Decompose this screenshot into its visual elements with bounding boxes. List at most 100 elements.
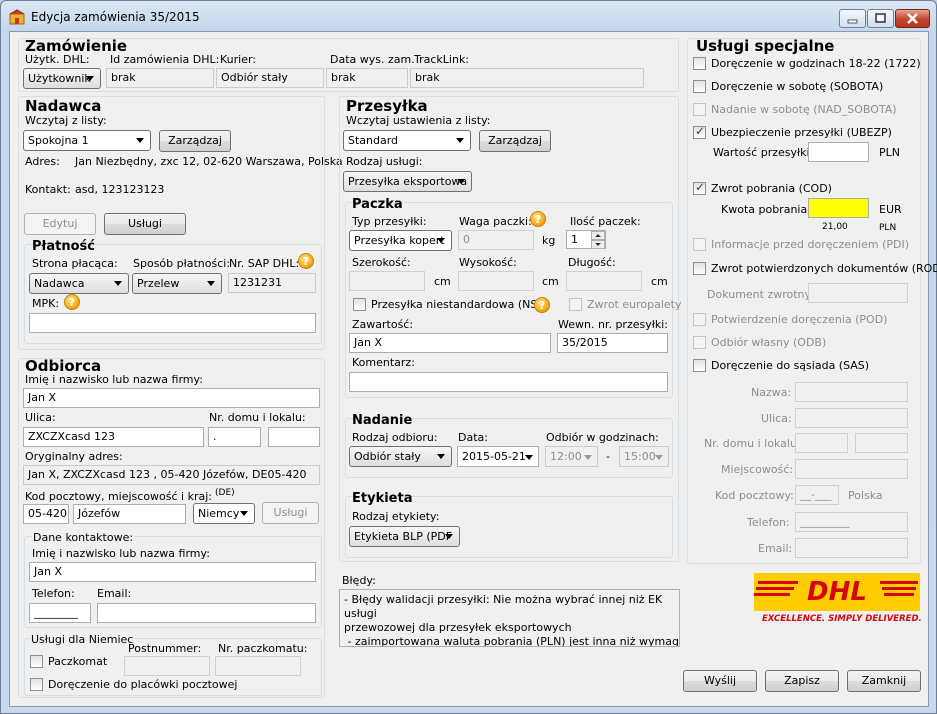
application-window: Edycja zamówienia 35/2015 Zamówienie Uży… bbox=[0, 0, 937, 714]
kurier-field: Odbiór stały bbox=[216, 68, 324, 88]
paczkomat-label: Paczkomat bbox=[48, 655, 108, 668]
odbiorca-imie-input[interactable]: Jan X bbox=[23, 388, 320, 408]
kwota-label: Kwota pobrania: bbox=[721, 203, 811, 216]
oryg-field: Jan X, ZXCZXcasd 123 , 05-420 Józefów, D… bbox=[23, 465, 320, 485]
close-button[interactable] bbox=[895, 9, 930, 28]
sas-label: Doręczenie do sąsiada (SAS) bbox=[711, 359, 870, 372]
rodzaj-odbioru-select[interactable]: Odbiór stały bbox=[349, 446, 452, 467]
postnummer-label: Postnummer: bbox=[128, 642, 202, 655]
zawartosc-input[interactable]: Jan X bbox=[349, 333, 551, 353]
sas-miejsc-input[interactable] bbox=[795, 459, 908, 479]
dk-email-input[interactable] bbox=[97, 603, 316, 623]
wartosc-input[interactable] bbox=[808, 142, 869, 162]
nadawca-select[interactable]: Spokojna 1 bbox=[23, 130, 151, 151]
kod-input[interactable]: 05-420 bbox=[23, 504, 69, 524]
pod-checkbox[interactable] bbox=[693, 313, 706, 326]
kraj-select[interactable]: Niemcy bbox=[193, 503, 255, 524]
mpk-help-icon[interactable]: ? bbox=[64, 294, 80, 310]
postnummer-input[interactable] bbox=[124, 656, 210, 676]
dk-email-label: Email: bbox=[97, 587, 132, 600]
zawartosc-label: Zawartość: bbox=[352, 318, 414, 331]
mpk-input[interactable] bbox=[29, 313, 316, 333]
szer-input[interactable] bbox=[349, 271, 425, 291]
paczkomat-checkbox[interactable] bbox=[30, 655, 43, 668]
zapisz-button[interactable]: Zapisz bbox=[765, 670, 839, 692]
kurier-label: Kurier: bbox=[220, 53, 257, 66]
nadanie-sobota-checkbox[interactable] bbox=[693, 103, 706, 116]
godz-label: Odbiór w godzinach: bbox=[546, 431, 659, 444]
dk-telefon-input[interactable]: ________ bbox=[29, 603, 91, 623]
placowka-checkbox[interactable] bbox=[30, 678, 43, 691]
godz-od-picker[interactable]: 12:00 bbox=[545, 446, 598, 467]
rod-label: Zwrot potwierdzonych dokumentów (ROD) bbox=[711, 262, 937, 275]
rodzaj-uslugi-select[interactable]: Przesyłka eksportowa bbox=[343, 171, 472, 192]
sas-nrdomu-input[interactable] bbox=[795, 433, 848, 453]
minimize-button[interactable] bbox=[839, 9, 866, 28]
szer-unit: cm bbox=[434, 275, 451, 288]
komentarz-input[interactable] bbox=[349, 372, 668, 392]
ilosc-spinner[interactable] bbox=[591, 231, 605, 249]
zamknij-button[interactable]: Zamknij bbox=[847, 670, 921, 692]
miasto-input[interactable]: Józefów bbox=[73, 504, 186, 524]
sposob-select[interactable]: Przelew bbox=[132, 273, 222, 294]
dl-input[interactable] bbox=[566, 271, 642, 291]
wyslij-button[interactable]: Wyślij bbox=[683, 670, 757, 692]
pdi-checkbox[interactable] bbox=[693, 238, 706, 251]
cod-checkbox[interactable] bbox=[693, 180, 706, 195]
maximize-button[interactable] bbox=[867, 9, 894, 28]
sas-nazwa-input[interactable] bbox=[795, 382, 908, 402]
waga-help-icon[interactable]: ? bbox=[530, 211, 546, 227]
ubezp-checkbox[interactable] bbox=[693, 124, 706, 139]
ulica-input[interactable]: ZXCZXcasd 123 bbox=[23, 427, 204, 447]
uzytk-select[interactable]: Użytkownik bbox=[23, 68, 101, 89]
title-bar[interactable]: Edycja zamówienia 35/2015 bbox=[1, 1, 936, 31]
odb-checkbox[interactable] bbox=[693, 336, 706, 349]
sas-nrlokalu-input[interactable] bbox=[855, 433, 908, 453]
nst-checkbox[interactable] bbox=[353, 298, 366, 311]
bledy-textarea[interactable]: - Błędy walidacji przesyłki: Nie można w… bbox=[339, 589, 680, 647]
nadanie-date-picker[interactable]: 2015-05-21 bbox=[457, 446, 539, 467]
dok-input[interactable] bbox=[808, 283, 908, 303]
edytuj-button[interactable]: Edytuj bbox=[24, 213, 96, 235]
strona-select[interactable]: Nadawca bbox=[29, 273, 129, 294]
dk-imie-input[interactable]: Jan X bbox=[29, 562, 316, 582]
godz-do-picker[interactable]: 15:00 bbox=[619, 446, 669, 467]
sas-ulica-input[interactable] bbox=[795, 408, 908, 428]
przesylka-zarzadzaj-button[interactable]: Zarządzaj bbox=[479, 130, 551, 152]
sas-checkbox[interactable] bbox=[693, 359, 706, 372]
nst-help-icon[interactable]: ? bbox=[534, 297, 550, 313]
nadawca-uslugi-button[interactable]: Usługi bbox=[104, 213, 186, 235]
sobota-checkbox[interactable] bbox=[693, 80, 706, 93]
sas-email-input[interactable] bbox=[795, 538, 908, 558]
data-wys-field: brak bbox=[326, 68, 408, 88]
uslugi-specjalne-heading: Usługi specjalne bbox=[696, 37, 835, 55]
nrdomu-input[interactable]: . bbox=[208, 427, 261, 447]
sas-kod-input[interactable]: __-___ bbox=[795, 485, 839, 505]
ilosc-label: Ilość paczek: bbox=[570, 215, 641, 228]
sposob-label: Sposób płatności: bbox=[133, 257, 231, 270]
wys-unit: cm bbox=[542, 275, 559, 288]
przesylka-wczytaj-label: Wczytaj ustawienia z listy: bbox=[346, 114, 491, 127]
sap-help-icon[interactable]: ? bbox=[298, 253, 314, 269]
nadawca-zarzadzaj-button[interactable]: Zarządzaj bbox=[159, 130, 231, 152]
odbiorca-uslugi-button[interactable]: Usługi bbox=[262, 502, 319, 524]
rod-checkbox[interactable] bbox=[693, 262, 706, 275]
kod-hint: (DE) bbox=[215, 488, 235, 498]
nrlokalu-input[interactable] bbox=[268, 427, 320, 447]
nadawca-heading: Nadawca bbox=[25, 97, 102, 115]
etykieta-select[interactable]: Etykieta BLP (PDF bbox=[349, 526, 460, 547]
wartosc-label: Wartość przesyłki: bbox=[713, 146, 814, 159]
id-label: Id zamówienia DHL: bbox=[110, 53, 220, 66]
nadanie-data-label: Data: bbox=[458, 431, 488, 444]
typ-select[interactable]: Przesyłka kopert bbox=[349, 230, 452, 251]
wewn-input[interactable]: 35/2015 bbox=[557, 333, 668, 353]
paczkomat-nr-input[interactable] bbox=[215, 656, 301, 676]
wys-input[interactable] bbox=[458, 271, 534, 291]
sas-telefon-input[interactable]: _________ bbox=[795, 512, 908, 532]
europalety-checkbox[interactable] bbox=[569, 298, 582, 311]
dor1822-checkbox[interactable] bbox=[693, 57, 706, 70]
kwota-input[interactable] bbox=[808, 198, 869, 218]
nst-label: Przesyłka niestandardowa (NST) bbox=[371, 298, 549, 311]
waga-input[interactable]: 0 bbox=[458, 230, 534, 250]
przesylka-select[interactable]: Standard bbox=[343, 130, 471, 151]
